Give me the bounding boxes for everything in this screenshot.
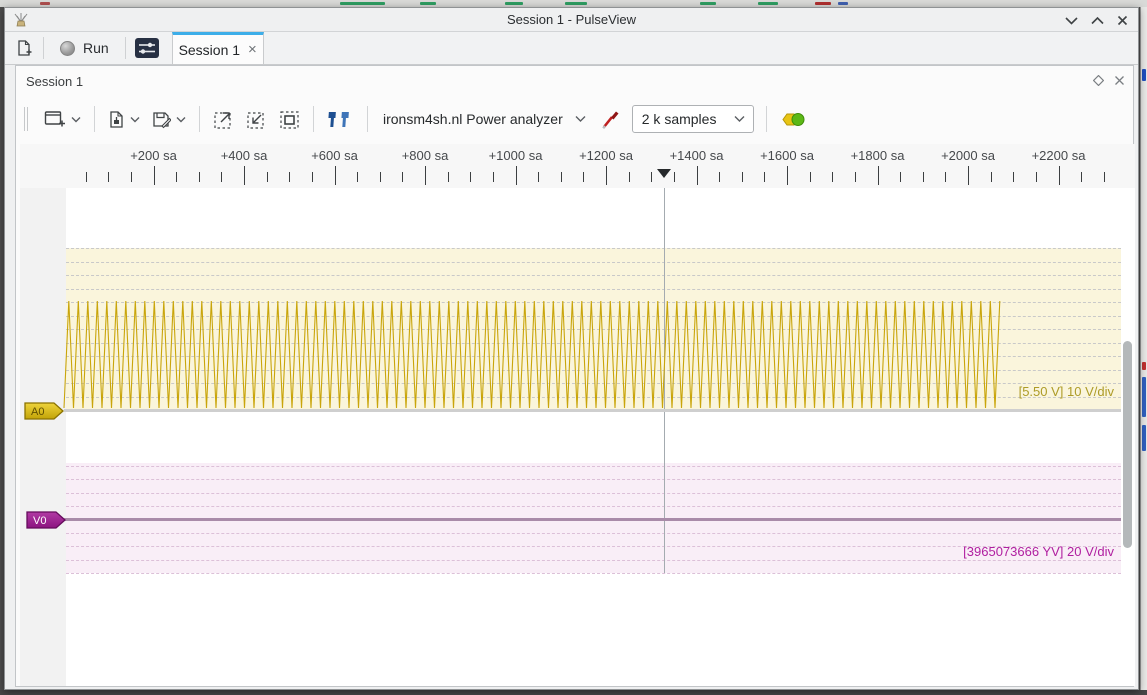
background-text-fragment <box>758 2 778 5</box>
close-button[interactable] <box>1117 15 1128 26</box>
toolbar-separator <box>367 106 368 132</box>
new-session-icon <box>44 110 66 128</box>
run-button[interactable]: Run <box>44 32 125 64</box>
zoom-out-button[interactable] <box>240 105 273 134</box>
zoom-in-icon <box>213 109 234 130</box>
session-toolbar: ironsm4sh.nl Power analyzer 2 k samples <box>16 96 1133 142</box>
toolbar-separator <box>313 106 314 132</box>
new-file-icon <box>15 39 33 58</box>
chevron-down-icon[interactable] <box>130 116 140 123</box>
chevron-down-icon[interactable] <box>71 116 81 123</box>
chevron-down-icon[interactable] <box>176 116 186 123</box>
background-text-fragment <box>700 2 716 5</box>
channel-a0-value-label: [5.50 V] 10 V/div <box>1019 384 1114 399</box>
new-session-file-button[interactable] <box>5 32 43 64</box>
session-panel: Session 1 <box>15 65 1134 687</box>
settings-sliders-icon <box>134 37 160 59</box>
channel-tag-a0[interactable]: A0 <box>24 402 64 420</box>
zoom-fit-button[interactable] <box>273 105 306 134</box>
background-window-bottom-sliver <box>0 690 1147 695</box>
zoom-in-button[interactable] <box>207 105 240 134</box>
run-button-label: Run <box>83 40 109 56</box>
session-panel-title: Session 1 <box>26 74 83 89</box>
titlebar[interactable]: Session 1 - PulseView <box>5 8 1138 32</box>
vertical-scrollbar[interactable] <box>1123 341 1132 548</box>
svg-text:A0: A0 <box>31 406 44 418</box>
dock-float-button[interactable] <box>1093 73 1104 91</box>
background-text-fragment <box>1142 425 1146 451</box>
toolbar-separator <box>94 106 95 132</box>
waveform-canvas <box>20 144 1135 686</box>
configure-channels-button[interactable] <box>774 107 811 132</box>
svg-text:V0: V0 <box>33 515 46 527</box>
session-panel-header[interactable]: Session 1 <box>16 66 1133 96</box>
background-text-fragment <box>1142 362 1146 370</box>
dock-close-button[interactable] <box>1114 73 1125 91</box>
channel-v0-value-label: [3965073666 YV] 20 V/div <box>963 544 1114 559</box>
save-file-icon <box>152 110 171 129</box>
tab-session-1[interactable]: Session 1 × <box>172 32 264 64</box>
open-file-button[interactable] <box>102 106 146 133</box>
application-toolbar: Run Session 1 × <box>5 32 1138 65</box>
tab-label: Session 1 <box>179 42 240 58</box>
run-led-icon <box>60 41 75 56</box>
sample-count-select[interactable]: 2 k samples <box>632 105 754 133</box>
minimize-button[interactable] <box>1065 16 1078 25</box>
toolbar-separator <box>766 106 767 132</box>
new-session-button[interactable] <box>38 106 87 132</box>
background-text-fragment <box>1142 69 1146 81</box>
tab-close-icon[interactable]: × <box>248 42 257 57</box>
chevron-down-icon <box>734 115 745 123</box>
device-selector-value: ironsm4sh.nl Power analyzer <box>383 111 563 127</box>
background-window-top-sliver <box>0 0 1147 7</box>
zoom-out-icon <box>246 109 267 130</box>
background-window-right-sliver <box>1140 7 1147 690</box>
background-text-fragment <box>340 2 385 5</box>
maximize-button[interactable] <box>1091 16 1104 25</box>
toolbar-separator <box>199 106 200 132</box>
toolbar-drag-handle[interactable] <box>24 107 28 131</box>
screwdriver-icon <box>600 108 620 130</box>
zoom-fit-icon <box>279 109 300 130</box>
background-text-fragment <box>565 2 587 5</box>
configure-device-button[interactable] <box>594 104 626 134</box>
background-text-fragment <box>420 2 436 5</box>
trace-view[interactable]: +200 sa+400 sa+600 sa+800 sa+1000 sa+120… <box>20 144 1135 686</box>
chevron-down-icon <box>575 115 586 123</box>
channel-tag-v0[interactable]: V0 <box>26 511 66 529</box>
window-title: Session 1 - PulseView <box>5 12 1138 27</box>
a0-waveform <box>64 301 1000 408</box>
open-file-icon <box>108 110 125 129</box>
background-text-fragment <box>838 2 848 5</box>
pulseview-window: Session 1 - PulseView Run <box>4 7 1139 690</box>
channels-icon <box>780 111 805 128</box>
sample-count-value: 2 k samples <box>642 111 717 127</box>
background-text-fragment <box>40 2 50 5</box>
decoders-button[interactable] <box>321 106 360 133</box>
background-text-fragment <box>1142 377 1146 417</box>
background-text-fragment <box>815 2 831 5</box>
probes-icon <box>327 110 354 129</box>
settings-button[interactable] <box>126 32 168 64</box>
device-selector[interactable]: ironsm4sh.nl Power analyzer <box>375 107 594 131</box>
save-file-button[interactable] <box>146 106 192 133</box>
background-text-fragment <box>505 2 523 5</box>
